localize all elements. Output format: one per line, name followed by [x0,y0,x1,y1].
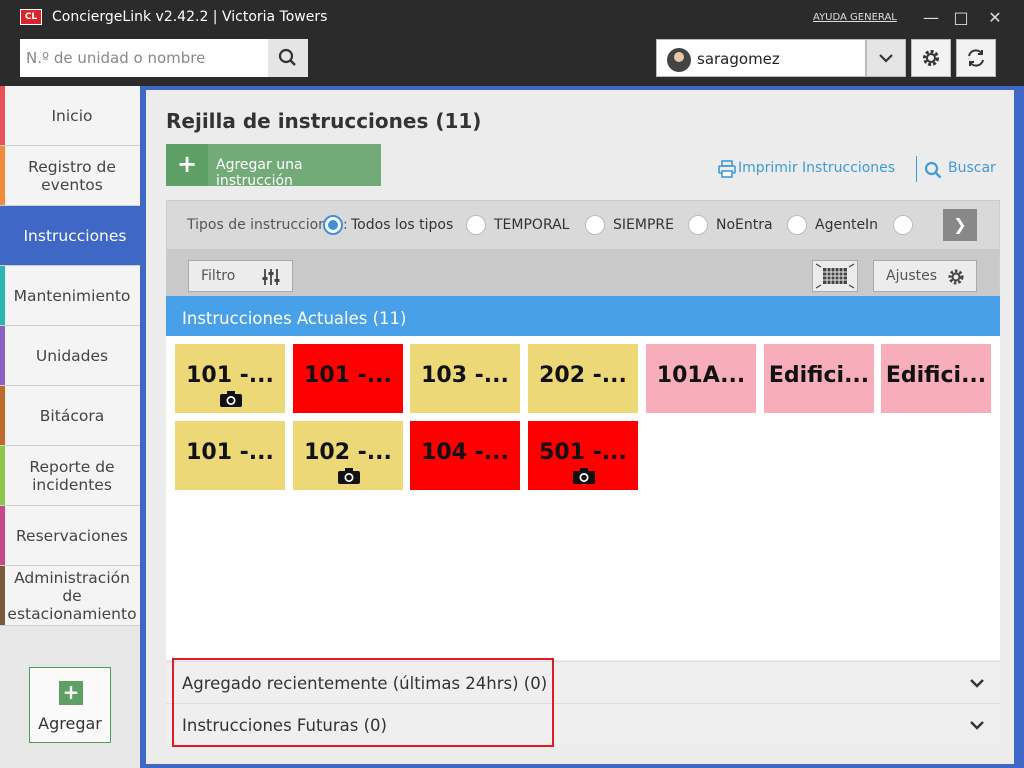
search-icon [924,161,942,179]
filter-label: Filtro [201,268,236,284]
search-link[interactable]: Buscar [948,160,996,176]
refresh-button[interactable] [956,39,996,77]
camera-icon [338,468,360,484]
sidebar-item-label: Inicio [51,106,93,125]
instruction-tile[interactable]: Edifici... [764,344,874,413]
sidebar-item-label: Registro de eventos [28,157,116,194]
add-button[interactable]: + Agregar [29,667,111,743]
chevron-down-icon [970,721,984,730]
instruction-grid: 101 -... 101 -... 103 -... 202 -... 101A… [166,336,1000,660]
sidebar-item-instrucciones[interactable]: Instrucciones [0,206,156,266]
user-dropdown-button[interactable] [866,39,906,77]
unit-search-input[interactable] [20,39,268,77]
ajustes-button[interactable]: Ajustes [873,260,977,292]
search-icon [278,48,296,66]
filter-toolbar: Filtro Ajustes [167,249,999,295]
gear-icon [948,269,964,285]
username: saragomez [697,50,780,68]
avatar [667,48,691,72]
maximize-icon[interactable]: □ [948,6,974,30]
plus-icon: + [59,681,83,705]
search-button[interactable] [268,39,308,77]
radio-icon [688,215,708,235]
instruction-tile[interactable]: 202 -... [528,344,638,413]
instruction-tile[interactable]: 102 -... [293,421,403,490]
sidebar-item-label: Mantenimiento [13,286,131,305]
sliders-icon [262,269,280,285]
highlight-box [172,658,554,747]
instruction-tile[interactable]: 101 -... [175,421,285,490]
instruction-tile[interactable]: 101 -... [175,344,285,413]
filter-button[interactable]: Filtro [188,260,293,292]
top-toolbar: saragomez [0,36,1024,86]
add-instruction-label: Agregar una instrucción [216,157,303,189]
instruction-tile[interactable]: 101A... [646,344,756,413]
sidebar-item-label: Reporte de incidentes [29,457,115,494]
grid-icon [815,263,855,289]
scroll-right-button[interactable]: ❯ [943,209,977,241]
instruction-tile[interactable]: 501 -... [528,421,638,490]
current-instructions-header[interactable]: Instrucciones Actuales (11) [166,296,1000,336]
camera-icon [220,391,242,407]
sidebar-item-label: Bitácora [39,406,105,425]
sidebar-item-inicio[interactable]: Inicio [0,86,140,146]
plus-icon: + [166,144,208,186]
sidebar-item-incidentes[interactable]: Reporte de incidentes [0,446,140,506]
chevron-down-icon [879,54,893,63]
sidebar-item-label: Administración de estacionamiento [7,568,137,623]
help-link[interactable]: AYUDA GENERAL [813,12,897,23]
sidebar-item-label: Reservaciones [15,526,128,545]
radio-icon [466,215,486,235]
minimize-icon[interactable]: — [918,6,944,30]
filter-panel: Tipos de instrucciones: Todos los tipos … [166,200,1000,296]
main-content: Rejilla de instrucciones (11) + Agregar … [146,90,1014,764]
refresh-icon [968,49,984,67]
sidebar-item-label: Unidades [35,346,109,365]
app-logo: CL [20,9,42,25]
sidebar-item-mantenimiento[interactable]: Mantenimiento [0,266,140,326]
sidebar-item-estacionamiento[interactable]: Administración de estacionamiento [0,566,140,626]
link-separator [916,156,917,182]
window-title: ConciergeLink v2.42.2 | Victoria Towers [52,9,328,25]
camera-icon [573,468,595,484]
sidebar-item-reservaciones[interactable]: Reservaciones [0,506,140,566]
user-selector[interactable]: saragomez [656,39,866,77]
grid-view-button[interactable] [812,260,858,292]
radio-icon [787,215,807,235]
gear-icon [923,50,939,66]
radio-icon [893,215,913,235]
main-panel: Rejilla de instrucciones (11) + Agregar … [140,86,1024,768]
add-label: Agregar [38,714,102,733]
instruction-tile[interactable]: 101 -... [293,344,403,413]
printer-icon [718,160,736,178]
close-icon[interactable]: ✕ [982,6,1008,30]
print-instructions-link[interactable]: Imprimir Instrucciones [738,160,895,176]
settings-button[interactable] [911,39,951,77]
sidebar-item-label: Instrucciones [23,226,127,245]
sidebar-item-registro[interactable]: Registro de eventos [0,146,140,206]
instruction-tile[interactable]: 103 -... [410,344,520,413]
sidebar-item-bitacora[interactable]: Bitácora [0,386,140,446]
page-title: Rejilla de instrucciones (11) [166,109,482,133]
sidebar: Inicio Registro de eventos Instrucciones… [0,86,156,768]
title-bar: CL ConciergeLink v2.42.2 | Victoria Towe… [0,0,1024,36]
ajustes-label: Ajustes [886,268,938,284]
sidebar-item-unidades[interactable]: Unidades [0,326,140,386]
radio-icon [585,215,605,235]
add-instruction-button[interactable]: + Agregar una instrucción [166,144,381,189]
sidebar-add-area: + Agregar [0,626,140,768]
chevron-down-icon [970,679,984,688]
radio-selected-icon [323,215,343,235]
chevron-right-icon: ❯ [953,215,967,234]
instruction-tile[interactable]: 104 -... [410,421,520,490]
instruction-tile[interactable]: Edifici... [881,344,991,413]
